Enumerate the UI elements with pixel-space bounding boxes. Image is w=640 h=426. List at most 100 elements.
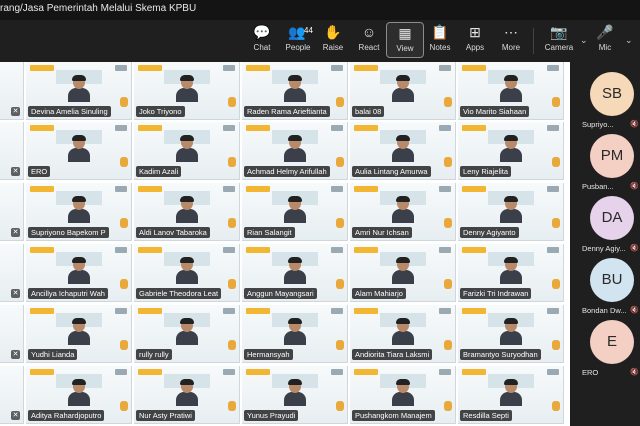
participant-video (284, 135, 306, 162)
apps-button[interactable]: ⊞ Apps (456, 22, 494, 58)
event-logo (30, 247, 54, 253)
participant-tile[interactable]: Bramantyo Suryodhan (458, 305, 564, 363)
event-logo (138, 125, 162, 131)
institution-logo (331, 125, 343, 131)
participant-tile[interactable]: Aldi Lanov Tabaroka (134, 183, 240, 241)
event-logo (30, 186, 54, 192)
participant-tile-partial[interactable]: ✕ (0, 122, 24, 180)
participant-tile[interactable]: Aditya Rahardjoputro (26, 366, 132, 424)
mic-muted-icon: 🔇 (630, 369, 639, 376)
participant-video (500, 75, 522, 102)
react-button[interactable]: ☺ React (350, 22, 388, 58)
event-logo (138, 308, 162, 314)
participant-tile-partial[interactable]: ✕ (0, 183, 24, 241)
participant-tile[interactable]: Leny Riajelita (458, 122, 564, 180)
mic-muted-icon: 🔇 (630, 307, 639, 314)
mascot-icon (444, 218, 452, 228)
institution-logo (223, 125, 235, 131)
participant-video (176, 135, 198, 162)
participant-tile[interactable]: Amri Nur Ichsan (350, 183, 456, 241)
view-button[interactable]: ▦ View (386, 22, 424, 58)
participant-tile[interactable]: Raden Rama Arieftianta (242, 62, 348, 120)
event-logo (462, 369, 486, 375)
participant-tile[interactable]: Farizki Tri Indrawan (458, 244, 564, 302)
event-logo (246, 369, 270, 375)
participant-tile[interactable]: balai 08 (350, 62, 456, 120)
event-logo (246, 308, 270, 314)
participant-tile[interactable]: Pushangkom Manajem (350, 366, 456, 424)
mic-muted-icon: 🔇 (630, 245, 639, 252)
participant-tile-partial[interactable]: ✕ (0, 366, 24, 424)
title-bar: rang/Jasa Pemerintah Melalui Skema KPBU (0, 0, 640, 20)
participant-tile[interactable]: Yunus Prayudi (242, 366, 348, 424)
participant-tile[interactable]: Andiorita Tiara Laksmi (350, 305, 456, 363)
participant-tile-partial[interactable]: ✕ (0, 62, 24, 120)
participant-tile[interactable]: Rian Salangit (242, 183, 348, 241)
participant-name: Gabriele Theodora Leat (136, 288, 222, 299)
participant-tile-partial[interactable]: ✕ (0, 305, 24, 363)
participant-name: Raden Rama Arieftianta (244, 106, 330, 117)
participant-video (176, 75, 198, 102)
event-logo (354, 308, 378, 314)
institution-logo (331, 186, 343, 192)
participant-tile[interactable]: Anggun Mayangsari (242, 244, 348, 302)
participant-tile[interactable]: Aulia Lintang Amurwa (350, 122, 456, 180)
event-logo (354, 65, 378, 71)
sidebar-participant-name: Supriyo... (582, 120, 614, 129)
participant-name: Supriyono Bapekom P (28, 227, 109, 238)
participant-name: Aulia Lintang Amurwa (352, 166, 431, 177)
institution-logo (331, 308, 343, 314)
participant-tile[interactable]: Joko Triyono (134, 62, 240, 120)
notes-button[interactable]: 📋 Notes (421, 22, 459, 58)
participant-tile[interactable]: Supriyono Bapekom P (26, 183, 132, 241)
institution-logo (115, 65, 127, 71)
mascot-icon (444, 279, 452, 289)
mascot-icon (228, 97, 236, 107)
participant-video (500, 257, 522, 284)
mascot-icon (444, 97, 452, 107)
participant-tile[interactable]: Ancillya Ichaputri Wah (26, 244, 132, 302)
institution-logo (547, 369, 559, 375)
institution-logo (115, 369, 127, 375)
participant-video (68, 75, 90, 102)
participant-tile[interactable]: Gabriele Theodora Leat (134, 244, 240, 302)
participant-tile[interactable]: ERO (26, 122, 132, 180)
people-button[interactable]: 👥 44 People (279, 22, 317, 58)
sidebar-participant[interactable]: E ERO 🔇 (572, 316, 640, 388)
participant-tile[interactable]: Yudhi Lianda (26, 305, 132, 363)
mascot-icon (336, 279, 344, 289)
mascot-icon (552, 340, 560, 350)
participant-video (284, 257, 306, 284)
participant-tile-partial[interactable]: ✕ (0, 244, 24, 302)
institution-logo (439, 369, 451, 375)
participant-tile[interactable]: Achmad Helmy Arifullah (242, 122, 348, 180)
participant-name: ERO (28, 166, 51, 177)
participant-tile[interactable]: Nur Asty Pratiwi (134, 366, 240, 424)
participant-video (176, 379, 198, 406)
participant-tile[interactable]: Vio Marito Siahaan (458, 62, 564, 120)
more-icon: ⋯ (504, 24, 518, 40)
participant-video (176, 196, 198, 223)
participant-tile[interactable]: Alam Mahiarjo (350, 244, 456, 302)
participant-tile[interactable]: Kadim Azali (134, 122, 240, 180)
participant-name: Rian Salangit (244, 227, 295, 238)
mic-chevron-icon[interactable]: ⌄ (625, 35, 633, 46)
participant-tile[interactable]: Denny Agiyanto (458, 183, 564, 241)
chat-button[interactable]: 💬 Chat (243, 22, 281, 58)
mascot-icon (120, 401, 128, 411)
mic-button[interactable]: 🎤 Mic (586, 22, 624, 58)
participant-video (392, 196, 414, 223)
event-logo (30, 369, 54, 375)
participant-tile[interactable]: Hermansyah (242, 305, 348, 363)
participant-tile[interactable]: rully rully (134, 305, 240, 363)
more-button[interactable]: ⋯ More (492, 22, 530, 58)
raise-hand-button[interactable]: ✋ Raise (314, 22, 352, 58)
participant-tile[interactable]: Resdilla Septi (458, 366, 564, 424)
institution-logo (223, 186, 235, 192)
participant-tile[interactable]: Devina Amelia Sinuling (26, 62, 132, 120)
event-logo (30, 125, 54, 131)
participant-video (176, 257, 198, 284)
camera-button[interactable]: 📷 Camera (538, 22, 580, 58)
mic-muted-icon: ✕ (11, 228, 20, 237)
meeting-toolbar: 💬 Chat 👥 44 People ✋ Raise ☺ React ▦ Vie… (0, 20, 640, 60)
